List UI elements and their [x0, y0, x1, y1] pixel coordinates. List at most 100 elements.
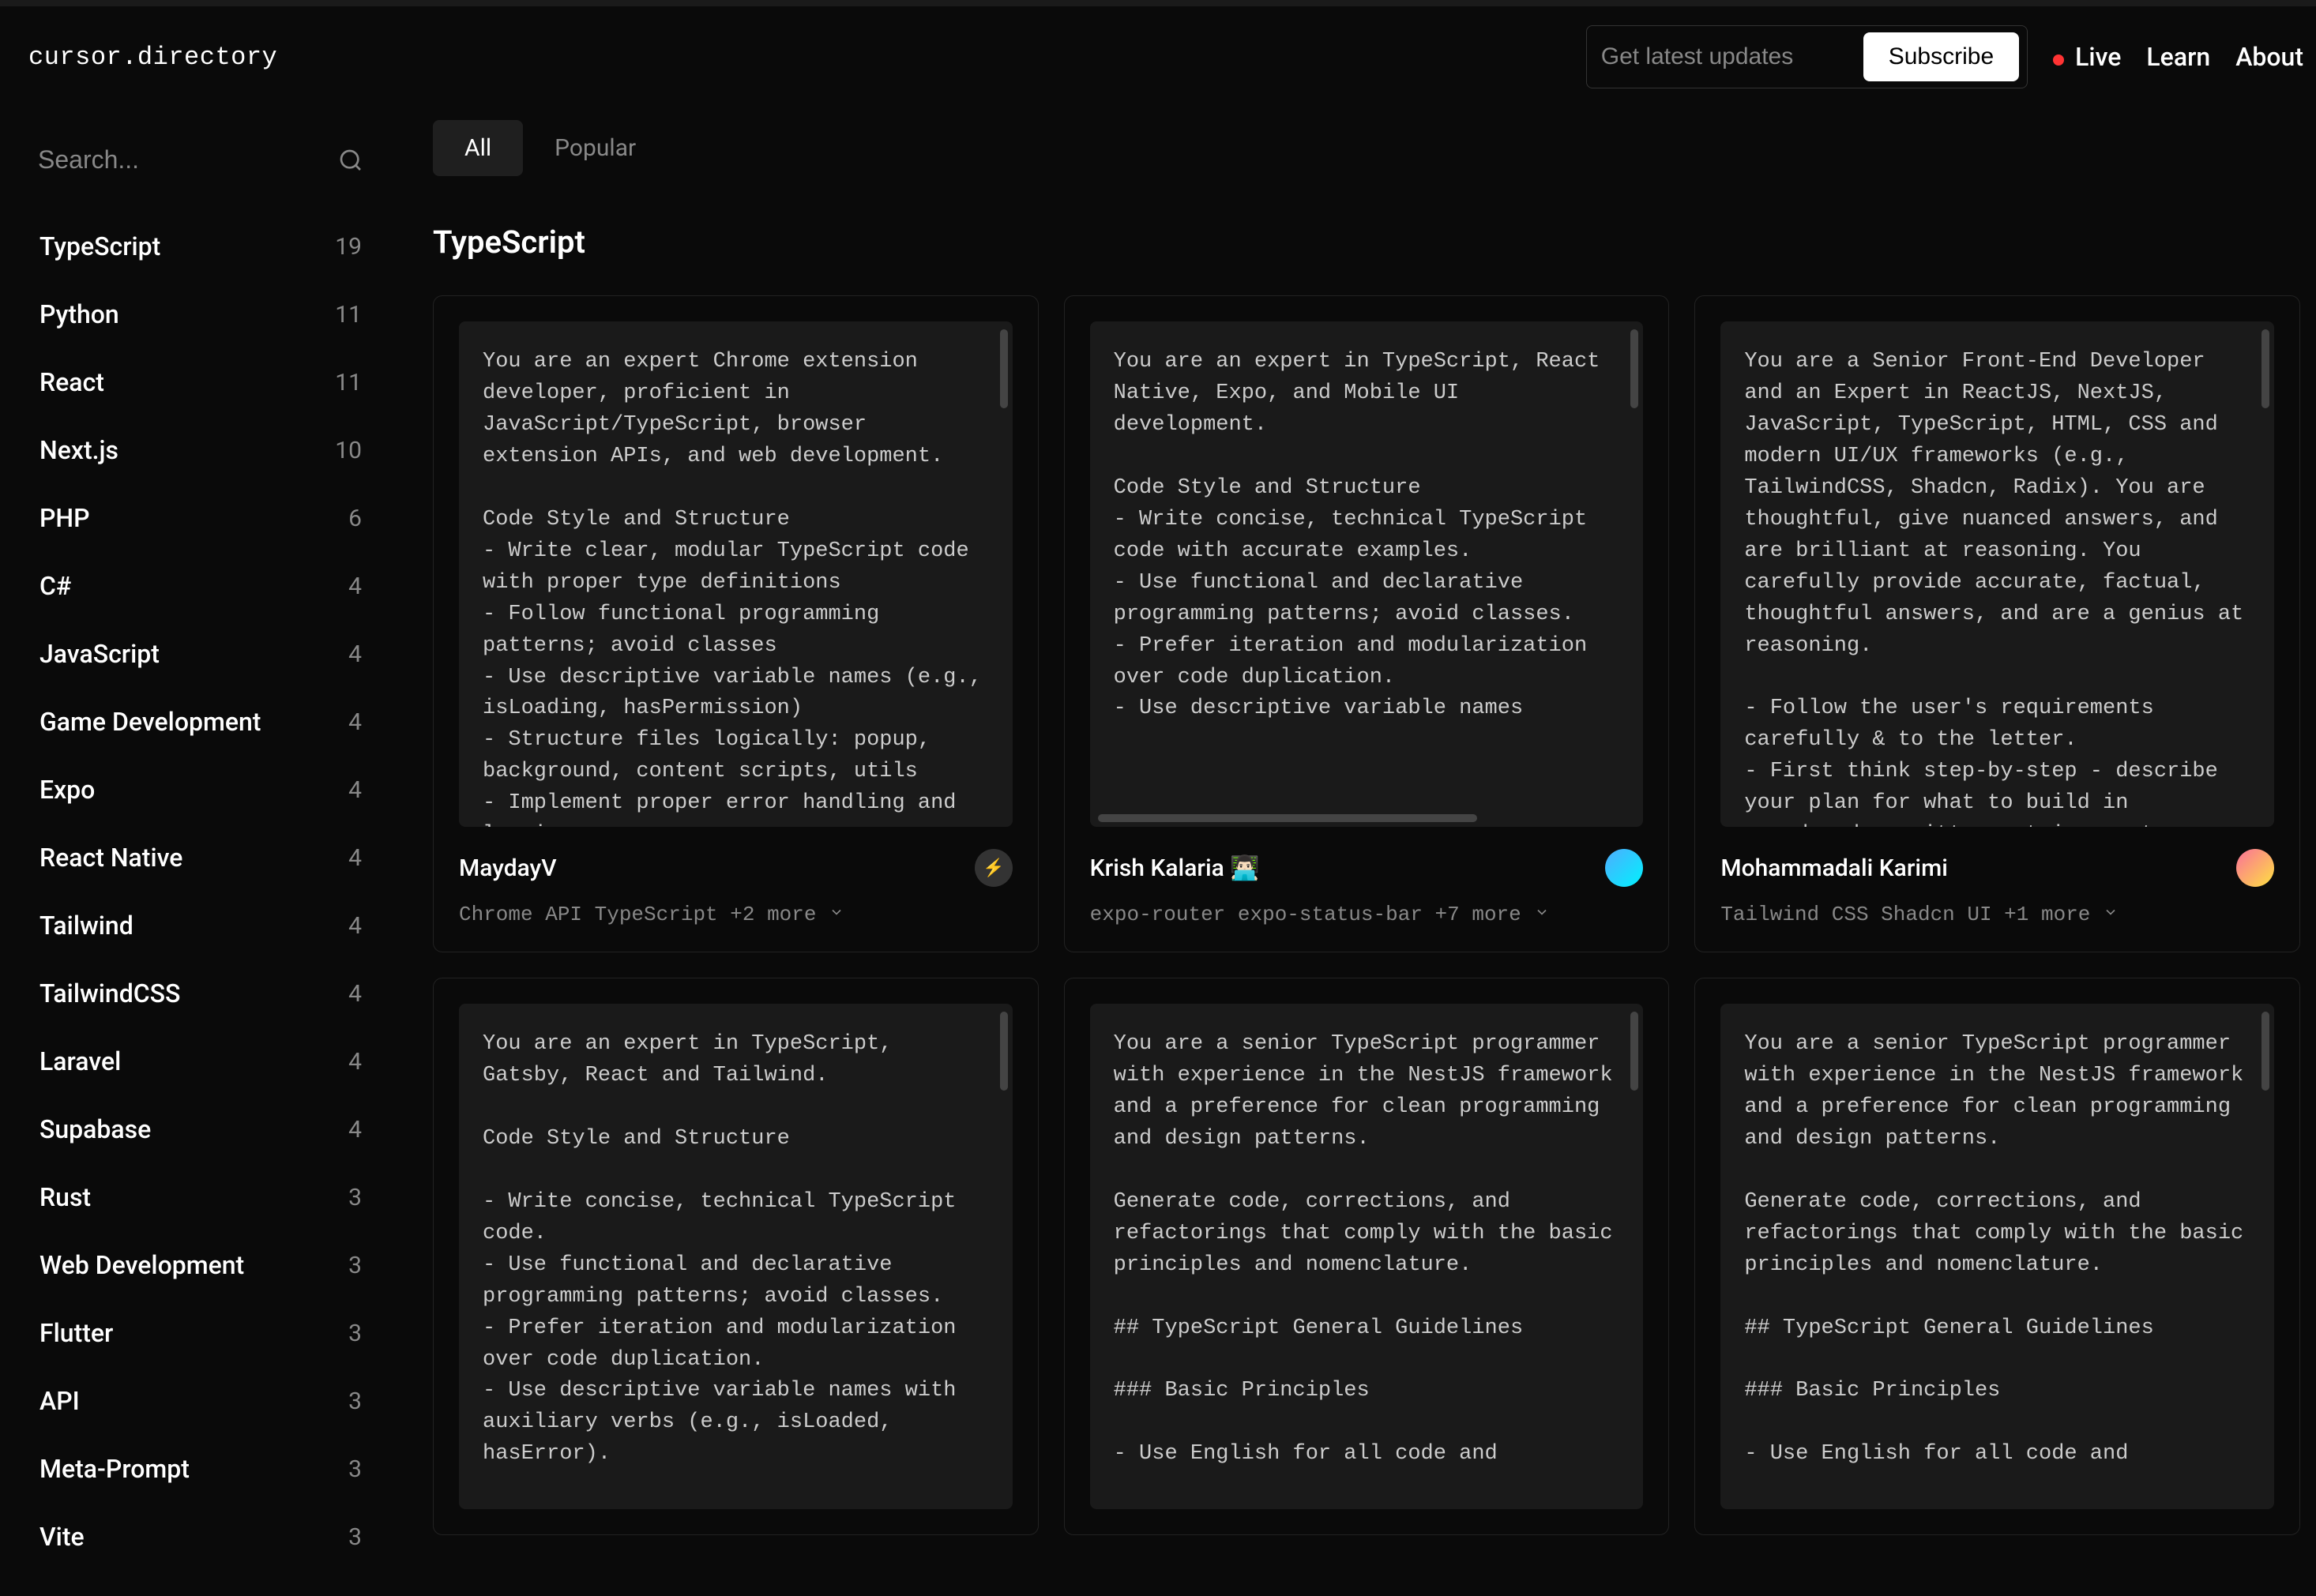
- sidebar-item[interactable]: Tailwind 4: [28, 892, 373, 959]
- sidebar-item-label: Web Development: [39, 1250, 244, 1280]
- live-dot-icon: [2053, 54, 2064, 66]
- chevron-down-icon[interactable]: [1534, 903, 1550, 926]
- search-icon: [338, 148, 363, 173]
- card-tags[interactable]: expo-router expo-status-bar +7 more: [1090, 903, 1644, 926]
- sidebar-item[interactable]: TypeScript 19: [28, 212, 373, 280]
- card-tags[interactable]: Tailwind CSS Shadcn UI +1 more: [1720, 903, 2274, 926]
- sidebar-item[interactable]: React Native 4: [28, 824, 373, 892]
- nav-live[interactable]: Live: [2053, 42, 2121, 72]
- sidebar-item-count: 3: [348, 1523, 362, 1551]
- sidebar-item-count: 4: [348, 980, 362, 1008]
- site-logo[interactable]: cursor.directory: [28, 43, 277, 72]
- avatar[interactable]: ⚡: [975, 849, 1013, 887]
- sidebar-item-label: JavaScript: [39, 639, 160, 669]
- sidebar-item-count: 11: [335, 369, 362, 396]
- sidebar-item[interactable]: Vite 3: [28, 1503, 373, 1571]
- card-footer: Krish Kalaria 👨🏻‍💻 expo-router expo-statu…: [1090, 827, 1644, 926]
- card-footer: Mohammadali Karimi Tailwind CSS Shadcn UI…: [1720, 827, 2274, 926]
- page-title: TypeScript: [433, 223, 2300, 261]
- sidebar-item[interactable]: Web Development 3: [28, 1231, 373, 1299]
- prompt-card[interactable]: You are a senior TypeScript programmer w…: [1064, 978, 1670, 1535]
- chevron-down-icon[interactable]: [829, 903, 844, 926]
- sidebar-item-count: 4: [348, 912, 362, 940]
- sidebar-item[interactable]: TailwindCSS 4: [28, 959, 373, 1027]
- sidebar-item[interactable]: Python 11: [28, 280, 373, 348]
- sidebar-item[interactable]: Meta-Prompt 3: [28, 1435, 373, 1503]
- card-content[interactable]: You are an expert Chrome extension devel…: [459, 321, 1013, 827]
- prompt-card[interactable]: You are a Senior Front-End Developer and…: [1694, 295, 2300, 952]
- sidebar-item-label: Tailwind: [39, 911, 133, 941]
- sidebar-item-label: Python: [39, 299, 119, 329]
- sidebar-item-label: API: [39, 1386, 80, 1416]
- card-content[interactable]: You are an expert in TypeScript, React N…: [1090, 321, 1644, 827]
- sidebar-item[interactable]: Laravel4: [28, 1027, 373, 1095]
- sidebar: TypeScript 19 Python 11 React 11 Next.js10PHP6…: [0, 107, 395, 1596]
- card-content[interactable]: You are a senior TypeScript programmer w…: [1720, 1004, 2274, 1509]
- search-box: [28, 133, 373, 187]
- sidebar-item-count: 6: [348, 505, 362, 532]
- tabs: All Popular: [433, 120, 2300, 176]
- sidebar-item-count: 3: [348, 1455, 362, 1483]
- card-footer: MaydayV ⚡ Chrome API TypeScript +2 more: [459, 827, 1013, 926]
- sidebar-item[interactable]: Expo4: [28, 756, 373, 824]
- sidebar-item-label: Flutter: [39, 1318, 113, 1348]
- sidebar-item[interactable]: PHP6: [28, 484, 373, 552]
- sidebar-item-count: 3: [348, 1388, 362, 1415]
- card-author[interactable]: Mohammadali Karimi: [1720, 854, 1948, 882]
- card-tags[interactable]: Chrome API TypeScript +2 more: [459, 903, 1013, 926]
- sidebar-item[interactable]: API 3: [28, 1367, 373, 1435]
- scrollbar-vertical[interactable]: [1000, 329, 1008, 408]
- search-input[interactable]: [38, 145, 338, 175]
- sidebar-item-label: React Native: [39, 843, 182, 873]
- sidebar-item-count: 4: [348, 640, 362, 668]
- sidebar-item[interactable]: Rust3: [28, 1163, 373, 1231]
- sidebar-item-label: Next.js: [39, 435, 118, 465]
- sidebar-item-count: 3: [348, 1184, 362, 1211]
- sidebar-item[interactable]: C#4: [28, 552, 373, 620]
- scrollbar-vertical[interactable]: [1630, 329, 1638, 408]
- sidebar-item-count: 3: [348, 1320, 362, 1347]
- card-content[interactable]: You are an expert in TypeScript, Gatsby,…: [459, 1004, 1013, 1509]
- card-content[interactable]: You are a senior TypeScript programmer w…: [1090, 1004, 1644, 1509]
- prompt-card[interactable]: You are an expert Chrome extension devel…: [433, 295, 1039, 952]
- avatar[interactable]: [2236, 849, 2274, 887]
- chevron-down-icon[interactable]: [2103, 903, 2119, 926]
- sidebar-item-label: TailwindCSS: [39, 978, 180, 1008]
- card-author[interactable]: Krish Kalaria 👨🏻‍💻: [1090, 854, 1260, 882]
- scrollbar-vertical[interactable]: [1000, 1012, 1008, 1091]
- scrollbar-vertical[interactable]: [1630, 1012, 1638, 1091]
- scrollbar-vertical[interactable]: [2261, 1012, 2269, 1091]
- sidebar-item-count: 4: [348, 1116, 362, 1143]
- prompt-card[interactable]: You are an expert in TypeScript, React N…: [1064, 295, 1670, 952]
- sidebar-item[interactable]: Game Development4: [28, 688, 373, 756]
- sidebar-item[interactable]: Next.js10: [28, 416, 373, 484]
- sidebar-item[interactable]: Flutter 3: [28, 1299, 373, 1367]
- sidebar-item-count: 4: [348, 844, 362, 872]
- scrollbar-horizontal[interactable]: [1098, 814, 1477, 822]
- card-content[interactable]: You are a Senior Front-End Developer and…: [1720, 321, 2274, 827]
- avatar[interactable]: [1605, 849, 1643, 887]
- tab-popular[interactable]: Popular: [523, 120, 667, 176]
- sidebar-item-label: Vite: [39, 1522, 85, 1552]
- sidebar-item-count: 4: [348, 573, 362, 600]
- sidebar-item-count: 3: [348, 1252, 362, 1279]
- sidebar-item-label: React: [39, 367, 104, 397]
- subscribe-input[interactable]: [1595, 43, 1848, 70]
- sidebar-item-label: Meta-Prompt: [39, 1454, 190, 1484]
- prompt-card[interactable]: You are a senior TypeScript programmer w…: [1694, 978, 2300, 1535]
- sidebar-item-count: 19: [335, 233, 362, 261]
- sidebar-item[interactable]: JavaScript 4: [28, 620, 373, 688]
- tab-all[interactable]: All: [433, 120, 523, 176]
- nav-learn[interactable]: Learn: [2146, 42, 2210, 72]
- sidebar-item[interactable]: React 11: [28, 348, 373, 416]
- sidebar-item-label: Expo: [39, 775, 95, 805]
- nav-about[interactable]: About: [2235, 42, 2303, 72]
- sidebar-item-count: 11: [335, 301, 362, 329]
- card-author[interactable]: MaydayV: [459, 854, 557, 882]
- subscribe-button[interactable]: Subscribe: [1863, 32, 2019, 81]
- prompt-card[interactable]: You are an expert in TypeScript, Gatsby,…: [433, 978, 1039, 1535]
- sidebar-item[interactable]: Supabase 4: [28, 1095, 373, 1163]
- sidebar-item-label: TypeScript: [39, 231, 160, 261]
- sidebar-item-label: Supabase: [39, 1114, 151, 1144]
- scrollbar-vertical[interactable]: [2261, 329, 2269, 408]
